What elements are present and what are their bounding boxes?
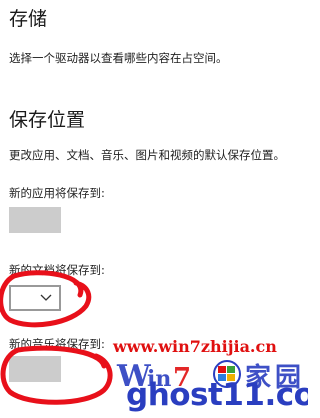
new-music-drive-dropdown[interactable] xyxy=(9,356,61,382)
storage-heading: 存储 xyxy=(9,8,48,30)
new-documents-label: 新的文档将保存到: xyxy=(9,263,105,277)
settings-storage-page: 存储 选择一个驱动器以查看哪些内容在占空间。 保存位置 更改应用、文档、音乐、图… xyxy=(0,0,308,418)
chevron-down-icon xyxy=(40,294,52,301)
save-locations-heading: 保存位置 xyxy=(9,109,86,131)
watermark-site-text: www.win7zhijia.cn xyxy=(113,337,277,356)
watermark-ghost-text: ghost11.com xyxy=(126,377,308,413)
new-apps-label: 新的应用将保存到: xyxy=(9,186,105,200)
new-documents-drive-dropdown[interactable] xyxy=(9,285,61,311)
storage-description: 选择一个驱动器以查看哪些内容在占空间。 xyxy=(9,51,228,65)
new-music-label: 新的音乐将保存到: xyxy=(9,337,105,351)
save-locations-description: 更改应用、文档、音乐、图片和视频的默认保存位置。 xyxy=(9,148,285,162)
new-apps-drive-dropdown[interactable] xyxy=(9,207,61,233)
